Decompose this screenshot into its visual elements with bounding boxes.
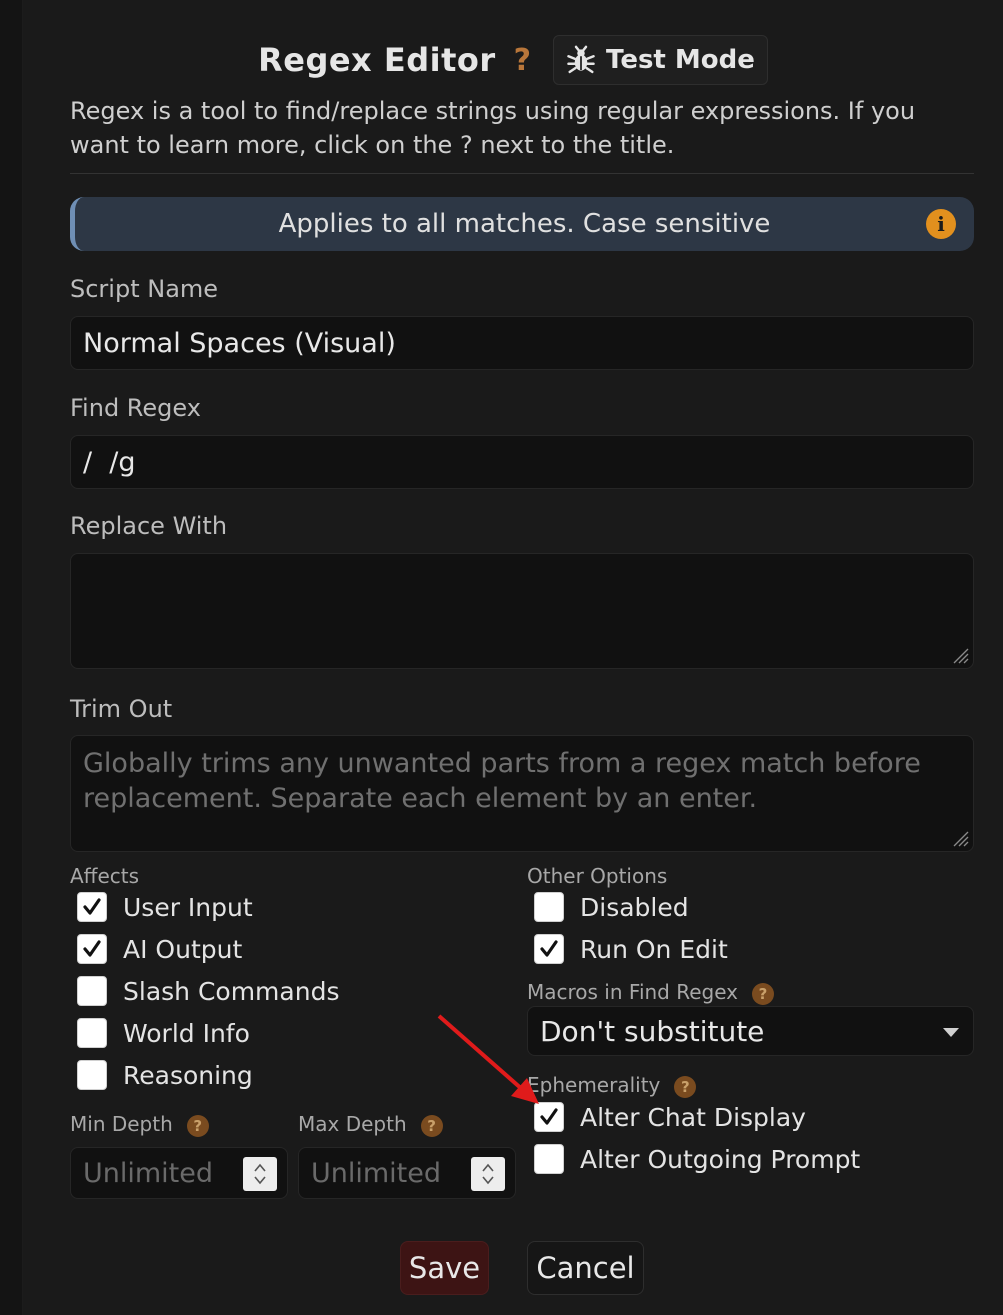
- help-icon[interactable]: ?: [752, 982, 775, 1005]
- script-name-label: Script Name: [70, 275, 219, 303]
- cancel-button[interactable]: Cancel: [527, 1241, 644, 1295]
- replace-with-textarea[interactable]: [70, 553, 974, 669]
- spinner-arrows-icon: [254, 1163, 266, 1185]
- checkbox-row[interactable]: Reasoning: [77, 1058, 253, 1092]
- checkbox-label: Disabled: [580, 892, 689, 922]
- macros-selected-value: Don't substitute: [540, 1014, 765, 1048]
- ephemerality-label-text: Ephemerality: [527, 1073, 661, 1097]
- checkbox-row[interactable]: User Input: [77, 890, 253, 924]
- divider: [70, 173, 974, 174]
- checkbox-label: World Info: [123, 1018, 250, 1048]
- description-text: Regex is a tool to find/replace strings …: [70, 97, 916, 159]
- annotation-arrow-icon: [437, 1014, 539, 1104]
- help-icon[interactable]: ?: [186, 1114, 209, 1137]
- min-depth-label-text: Min Depth: [70, 1112, 173, 1136]
- help-icon[interactable]: ?: [514, 43, 531, 78]
- trim-out-placeholder: Globally trims any unwanted parts from a…: [83, 748, 921, 814]
- min-depth-placeholder: Unlimited: [83, 1157, 214, 1189]
- resize-handle-icon[interactable]: [951, 646, 969, 664]
- spinner-arrows-icon: [482, 1163, 494, 1185]
- checkmark-icon: [540, 1108, 558, 1125]
- macros-label-text: Macros in Find Regex: [527, 980, 739, 1004]
- max-depth-placeholder: Unlimited: [311, 1157, 442, 1189]
- find-regex-label: Find Regex: [70, 394, 201, 422]
- checkbox[interactable]: [534, 1144, 564, 1174]
- replace-with-label: Replace With: [70, 512, 228, 540]
- checkbox[interactable]: [77, 934, 107, 964]
- checkbox-label: Alter Outgoing Prompt: [580, 1144, 861, 1174]
- regex-editor-dialog: Regex Editor ? Test Mode Regex is a tool…: [23, 0, 1003, 1315]
- checkbox-row[interactable]: AI Output: [77, 932, 242, 966]
- checkbox-label: Alter Chat Display: [580, 1102, 806, 1132]
- title-row: Regex Editor ? Test Mode: [23, 34, 1003, 86]
- help-icon[interactable]: ?: [674, 1075, 697, 1098]
- checkbox[interactable]: [534, 934, 564, 964]
- script-name-value: Normal Spaces (Visual): [83, 327, 396, 359]
- macros-select[interactable]: Don't substitute: [527, 1006, 974, 1056]
- checkbox[interactable]: [77, 976, 107, 1006]
- checkbox-label: Run On Edit: [580, 934, 728, 964]
- help-icon[interactable]: ?: [420, 1114, 443, 1137]
- checkmark-icon: [83, 940, 101, 957]
- trim-out-textarea[interactable]: Globally trims any unwanted parts from a…: [70, 735, 974, 852]
- checkbox[interactable]: [534, 892, 564, 922]
- bug-icon: [567, 45, 595, 74]
- checkbox[interactable]: [77, 892, 107, 922]
- checkbox[interactable]: [77, 1060, 107, 1090]
- info-icon[interactable]: i: [926, 209, 956, 239]
- checkbox-label: User Input: [123, 892, 253, 922]
- chevron-down-icon: [943, 1028, 959, 1037]
- page-title: Regex Editor: [258, 41, 496, 79]
- min-depth-label: Min Depth?: [70, 1112, 209, 1137]
- resize-handle-icon[interactable]: [951, 829, 969, 847]
- checkbox-label: AI Output: [123, 934, 243, 964]
- checkbox-label: Slash Commands: [123, 976, 340, 1006]
- save-button[interactable]: Save: [400, 1241, 489, 1295]
- ephemerality-label: Ephemerality?: [527, 1073, 697, 1098]
- max-depth-label: Max Depth?: [298, 1112, 443, 1137]
- test-mode-label: Test Mode: [606, 45, 755, 75]
- macros-label: Macros in Find Regex?: [527, 980, 775, 1005]
- max-depth-spinner[interactable]: [471, 1157, 505, 1191]
- min-depth-input[interactable]: Unlimited: [70, 1147, 288, 1199]
- script-name-input[interactable]: Normal Spaces (Visual): [70, 316, 974, 370]
- checkbox[interactable]: [77, 1018, 107, 1048]
- checkbox-row[interactable]: Disabled: [534, 890, 689, 924]
- max-depth-input[interactable]: Unlimited: [298, 1147, 516, 1199]
- find-regex-input[interactable]: / /g: [70, 435, 974, 489]
- info-banner-text: Applies to all matches. Case sensitive: [278, 209, 771, 239]
- min-depth-spinner[interactable]: [243, 1157, 277, 1191]
- checkbox-label: Reasoning: [123, 1060, 253, 1090]
- checkbox-row[interactable]: Run On Edit: [534, 932, 728, 966]
- info-banner: Applies to all matches. Case sensitive i: [70, 197, 974, 251]
- affects-label: Affects: [70, 864, 140, 888]
- checkbox-row[interactable]: Alter Outgoing Prompt: [534, 1142, 860, 1176]
- left-edge-strip: [0, 0, 23, 1315]
- checkbox-row[interactable]: Alter Chat Display: [534, 1100, 806, 1134]
- test-mode-button[interactable]: Test Mode: [553, 35, 768, 85]
- find-regex-value: / /g: [83, 446, 136, 478]
- checkmark-icon: [540, 940, 558, 957]
- max-depth-label-text: Max Depth: [298, 1112, 407, 1136]
- checkmark-icon: [83, 898, 101, 915]
- other-options-label: Other Options: [527, 864, 668, 888]
- checkbox-row[interactable]: World Info: [77, 1016, 250, 1050]
- checkbox-row[interactable]: Slash Commands: [77, 974, 339, 1008]
- trim-out-label: Trim Out: [70, 695, 173, 723]
